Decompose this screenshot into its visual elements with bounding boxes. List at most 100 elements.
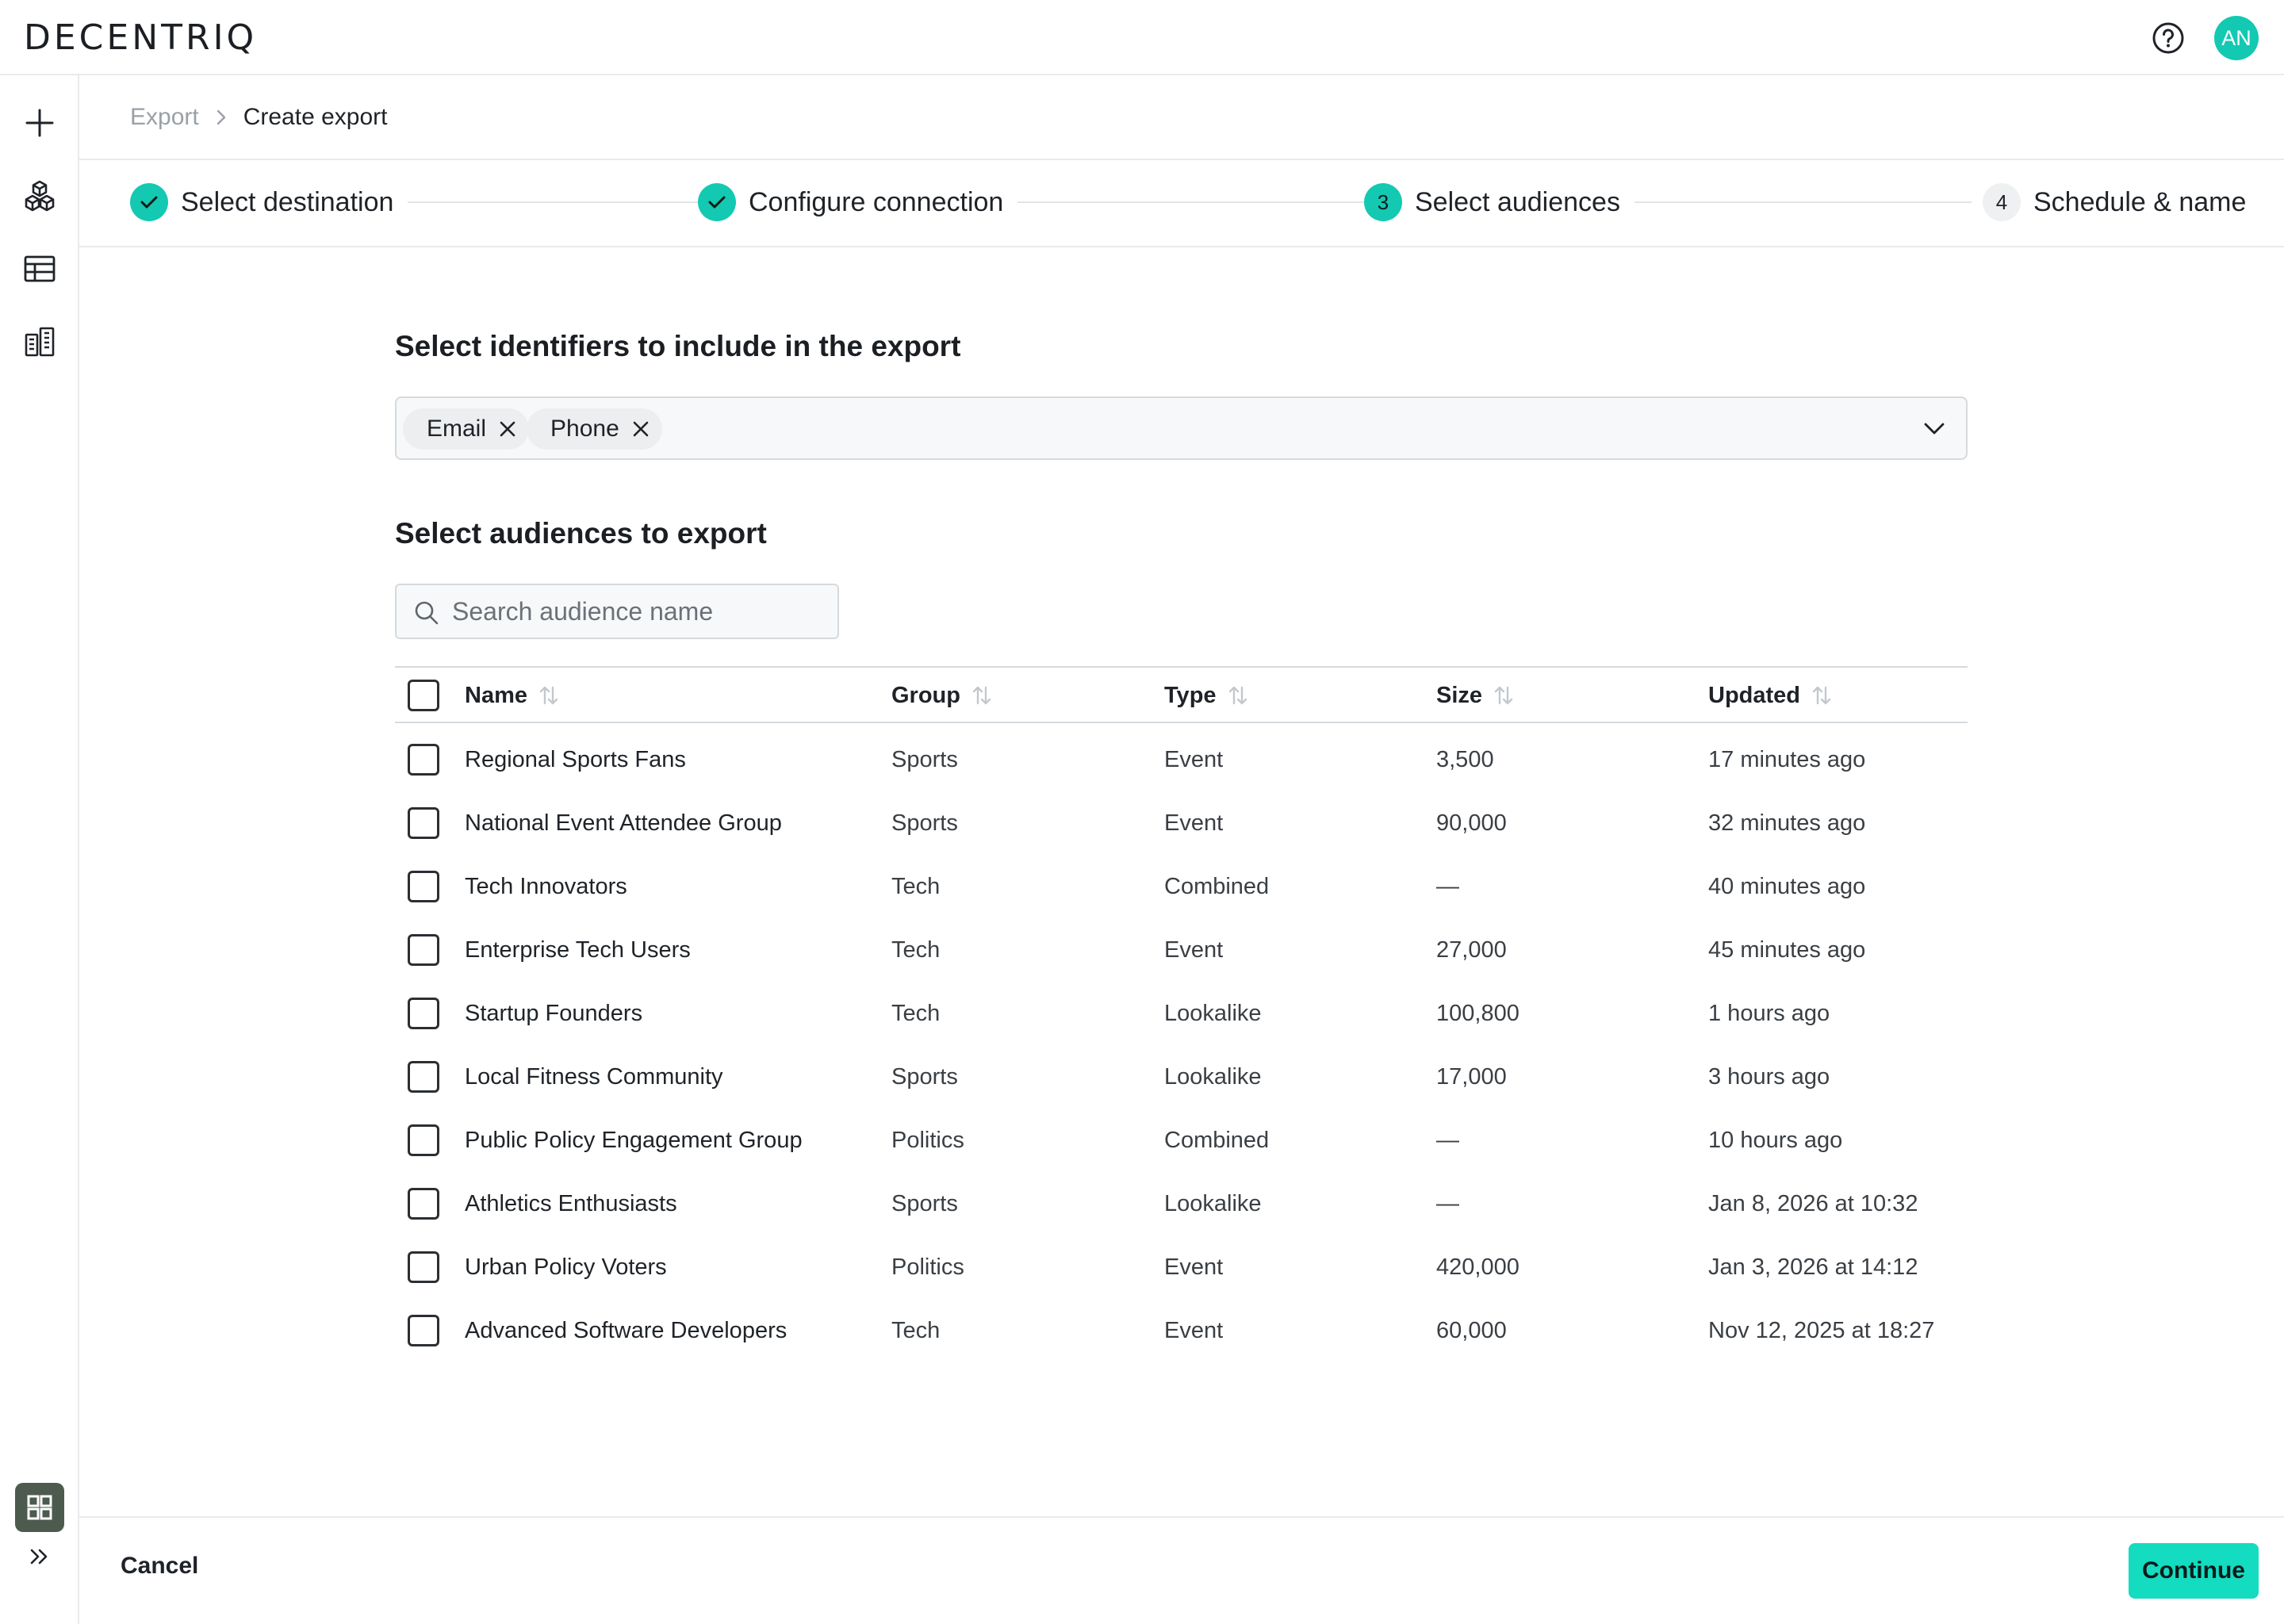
cell-group: Sports — [891, 1063, 958, 1090]
cell-updated: 45 minutes ago — [1708, 936, 1866, 963]
cell-name: National Event Attendee Group — [465, 810, 782, 836]
cell-size: — — [1436, 1127, 1459, 1153]
sort-icon[interactable] — [970, 684, 994, 707]
table-row[interactable]: Enterprise Tech Users Tech Event 27,000 45 m… — [395, 918, 1968, 982]
chevron-down-icon[interactable] — [1923, 420, 1945, 440]
table-row[interactable]: Public Policy Engagement Group Politics Co… — [395, 1109, 1968, 1172]
cell-name: Enterprise Tech Users — [465, 936, 691, 963]
breadcrumb-export-link[interactable]: Export — [130, 104, 199, 131]
breadcrumb-current: Create export — [243, 103, 388, 130]
cell-updated: 17 minutes ago — [1708, 746, 1866, 772]
row-checkbox[interactable] — [408, 807, 439, 839]
double-chevron-right-icon[interactable] — [21, 1538, 59, 1576]
row-checkbox[interactable] — [408, 934, 439, 966]
user-avatar[interactable]: AN — [2214, 16, 2259, 60]
cell-type: Lookalike — [1164, 1190, 1262, 1216]
table-row[interactable]: Regional Sports Fans Sports Event 3,500 17 m… — [395, 728, 1968, 791]
search-input[interactable] — [452, 585, 825, 638]
sort-icon[interactable] — [1226, 684, 1250, 707]
continue-button[interactable]: Continue — [2129, 1543, 2259, 1599]
cell-updated: Jan 3, 2026 at 14:12 — [1708, 1254, 1918, 1280]
step-configure-connection[interactable]: Configure connection — [698, 182, 1018, 222]
column-label: Size — [1436, 682, 1483, 708]
step-number-badge: 3 — [1364, 183, 1402, 221]
table-row[interactable]: Athletics Enthusiasts Sports Lookalike — Jan… — [395, 1172, 1968, 1235]
cell-group: Tech — [891, 936, 941, 963]
cell-size: 27,000 — [1436, 936, 1507, 963]
step-select-audiences[interactable]: 3 Select audiences — [1364, 182, 1634, 222]
cell-group: Sports — [891, 810, 958, 836]
close-icon[interactable] — [630, 419, 651, 439]
cell-updated: 1 hours ago — [1708, 1000, 1830, 1026]
cell-type: Event — [1164, 746, 1224, 772]
plus-icon[interactable] — [21, 104, 59, 142]
cell-size: 17,000 — [1436, 1063, 1507, 1090]
audience-table: Name Group Type Size Updated Regional Sp… — [395, 666, 1968, 1362]
table-row[interactable]: Urban Policy Voters Politics Event 420,000 J… — [395, 1235, 1968, 1299]
buildings-icon[interactable] — [21, 323, 59, 361]
search-icon — [414, 600, 439, 630]
cell-group: Sports — [891, 746, 958, 772]
table-icon[interactable] — [21, 250, 59, 288]
app-logo: DECENTRIQ — [24, 17, 258, 58]
footer-bar: Cancel Continue — [79, 1516, 2284, 1624]
row-checkbox[interactable] — [408, 1251, 439, 1283]
cell-type: Event — [1164, 1317, 1224, 1343]
cell-size: 3,500 — [1436, 746, 1494, 772]
table-header: Name Group Type Size Updated — [395, 666, 1968, 723]
row-checkbox[interactable] — [408, 871, 439, 902]
cell-name: Advanced Software Developers — [465, 1317, 788, 1343]
table-row[interactable]: Local Fitness Community Sports Lookalike 17… — [395, 1045, 1968, 1109]
step-number-badge: 4 — [1983, 183, 2021, 221]
sort-icon[interactable] — [1810, 684, 1834, 707]
cell-type: Lookalike — [1164, 1000, 1262, 1026]
column-label: Updated — [1708, 682, 1800, 708]
cell-name: Urban Policy Voters — [465, 1254, 667, 1280]
breadcrumb: Export Create export — [79, 75, 2284, 160]
column-header-type[interactable]: Type — [1164, 668, 1250, 723]
column-header-updated[interactable]: Updated — [1708, 668, 1834, 723]
export-stepper: Select destination Configure connection … — [79, 160, 2284, 247]
apps-grid-icon[interactable] — [15, 1483, 64, 1532]
row-checkbox[interactable] — [408, 1061, 439, 1093]
cell-name: Athletics Enthusiasts — [465, 1190, 677, 1216]
column-header-name[interactable]: Name — [465, 668, 561, 723]
table-row[interactable]: Startup Founders Tech Lookalike 100,800 1 ho… — [395, 982, 1968, 1045]
column-header-group[interactable]: Group — [891, 668, 994, 723]
cell-type: Combined — [1164, 873, 1270, 899]
identifier-chip-email: Email — [403, 408, 530, 450]
row-checkbox[interactable] — [408, 1315, 439, 1346]
column-header-size[interactable]: Size — [1436, 668, 1516, 723]
step-schedule-and-name[interactable]: 4 Schedule & name — [1972, 182, 2261, 222]
cell-updated: 10 hours ago — [1708, 1127, 1843, 1153]
cubes-icon[interactable] — [21, 177, 59, 215]
row-checkbox[interactable] — [408, 1188, 439, 1220]
table-row[interactable]: Tech Innovators Tech Combined — 40 minutes a… — [395, 855, 1968, 918]
cell-group: Tech — [891, 1317, 941, 1343]
cell-size: — — [1436, 873, 1459, 899]
cell-size: 420,000 — [1436, 1254, 1519, 1280]
identifiers-title: Select identifiers to include in the exp… — [395, 330, 961, 362]
table-row[interactable]: National Event Attendee Group Sports Event… — [395, 791, 1968, 855]
top-bar: DECENTRIQ AN — [0, 0, 2284, 75]
column-label: Group — [891, 682, 960, 708]
cell-size: — — [1436, 1190, 1459, 1216]
cell-type: Event — [1164, 1254, 1224, 1280]
cell-updated: 40 minutes ago — [1708, 873, 1866, 899]
select-all-checkbox[interactable] — [408, 680, 439, 711]
row-checkbox[interactable] — [408, 744, 439, 776]
chip-label: Phone — [550, 416, 619, 442]
cancel-button[interactable]: Cancel — [121, 1553, 198, 1580]
cell-updated: 32 minutes ago — [1708, 810, 1866, 836]
row-checkbox[interactable] — [408, 998, 439, 1029]
table-row[interactable]: Advanced Software Developers Tech Event 60,… — [395, 1299, 1968, 1362]
identifiers-select[interactable]: Email Phone — [395, 396, 1968, 460]
step-select-destination[interactable]: Select destination — [130, 182, 408, 222]
sort-icon[interactable] — [537, 684, 561, 707]
row-checkbox[interactable] — [408, 1124, 439, 1156]
cell-group: Politics — [891, 1127, 964, 1153]
close-icon[interactable] — [497, 419, 518, 439]
sort-icon[interactable] — [1492, 684, 1516, 707]
cell-group: Tech — [891, 873, 941, 899]
help-icon[interactable] — [2152, 21, 2185, 55]
